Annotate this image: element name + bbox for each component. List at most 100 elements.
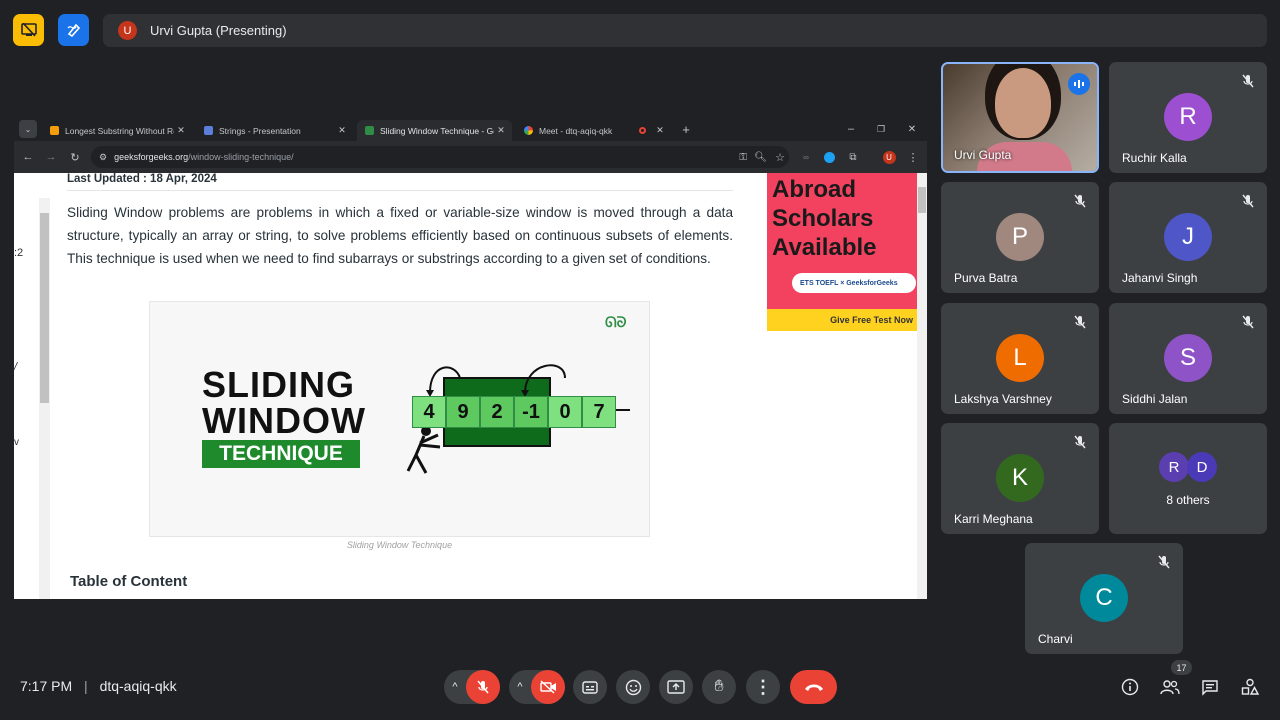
url-field[interactable]: ⚙ geeksforgeeks.org/window-sliding-techn… — [91, 146, 789, 168]
others-avatar: D — [1187, 452, 1217, 482]
last-updated: Last Updated : 18 Apr, 2024 — [67, 173, 217, 185]
presenter-bar: U Urvi Gupta (Presenting) — [103, 14, 1267, 47]
page-scrollbar-thumb[interactable] — [918, 187, 926, 213]
extension-icon[interactable] — [820, 148, 838, 166]
captions-icon — [582, 680, 598, 694]
speaking-indicator-icon — [1068, 73, 1090, 95]
mic-off-icon — [1074, 435, 1086, 449]
restore-icon[interactable]: ❐ — [872, 120, 890, 138]
new-tab-icon[interactable]: + — [677, 120, 695, 138]
video-options-chevron-icon[interactable]: ^ — [509, 681, 531, 693]
web-page: :2 / v Last Updated : 18 Apr, 2024 Slidi… — [14, 173, 927, 599]
participant-tile[interactable]: J Jahanvi Singh — [1109, 182, 1267, 293]
shared-screen: ⌄ Longest Substring Without Rep ✕ String… — [14, 116, 927, 599]
more-options-button[interactable]: ⋮ — [746, 670, 780, 704]
browser-tab-strip: ⌄ Longest Substring Without Rep ✕ String… — [14, 116, 927, 141]
tab-search-icon[interactable]: ⌄ — [19, 120, 37, 138]
clock-time: 7:17 PM — [20, 678, 73, 694]
camera-toggle-button[interactable] — [531, 670, 565, 704]
participant-tile[interactable]: P Purva Batra — [941, 182, 1099, 293]
mic-toggle-button[interactable] — [466, 670, 500, 704]
minimize-icon[interactable]: – — [842, 120, 860, 138]
participant-name: Urvi Gupta — [954, 148, 1012, 162]
browser-tab[interactable]: Strings - Presentation ✕ — [196, 120, 353, 141]
present-screen-button[interactable] — [659, 670, 693, 704]
stop-presenting-icon[interactable] — [13, 14, 44, 46]
participant-tile[interactable]: S Siddhi Jalan — [1109, 303, 1267, 414]
leave-call-button[interactable] — [790, 670, 837, 704]
presenter-avatar: U — [118, 21, 137, 40]
back-icon[interactable]: ← — [19, 148, 37, 166]
tab-close-icon[interactable]: ✕ — [653, 125, 667, 136]
extensions-puzzle-icon[interactable]: ⧉ — [844, 148, 862, 166]
activities-icon — [1241, 678, 1259, 695]
chat-icon — [1202, 679, 1218, 696]
others-avatar: R — [1159, 452, 1189, 482]
ad-cta[interactable]: Give Free Test Now — [767, 309, 917, 331]
mic-off-icon — [1158, 555, 1170, 569]
profile-avatar[interactable]: U — [880, 148, 898, 166]
bookmark-star-icon[interactable]: ☆ — [775, 151, 785, 164]
camera-off-icon — [539, 680, 556, 694]
annotate-icon[interactable] — [58, 14, 89, 46]
participant-tile[interactable]: L Lakshya Varshney — [941, 303, 1099, 414]
raise-hand-button[interactable]: ✋︎ — [702, 670, 736, 704]
window-close-icon[interactable]: ✕ — [903, 120, 921, 138]
reactions-button[interactable] — [616, 670, 650, 704]
ad-partner-pill: ETS TOEFL × GeeksforGeeks — [792, 273, 916, 293]
chat-button[interactable] — [1199, 676, 1221, 698]
tab-favicon-icon — [365, 126, 374, 135]
tab-close-icon[interactable]: ✕ — [494, 125, 508, 136]
meeting-details-button[interactable] — [1119, 676, 1141, 698]
more-vert-icon: ⋮ — [754, 676, 772, 697]
page-scrollbar[interactable] — [917, 173, 927, 599]
tab-close-icon[interactable]: ✕ — [335, 125, 349, 136]
participant-tile[interactable]: R Ruchir Kalla — [1109, 62, 1267, 173]
participant-face — [995, 68, 1051, 138]
people-button[interactable] — [1159, 676, 1181, 698]
mic-off-icon — [1242, 74, 1254, 88]
browser-tab[interactable]: Meet - dtq-aqiq-qkk ✕ — [516, 120, 671, 141]
figure-caption: Sliding Window Technique — [346, 540, 453, 550]
participant-name: Jahanvi Singh — [1122, 271, 1198, 285]
browser-tab-active[interactable]: Sliding Window Technique - Ge ✕ — [357, 120, 512, 141]
browser-menu-icon[interactable]: ⋮ — [904, 148, 922, 166]
forward-icon[interactable]: → — [42, 148, 60, 166]
others-tile[interactable]: R D 8 others — [1109, 423, 1267, 534]
participant-avatar: K — [996, 454, 1044, 502]
gutter-mark: v — [14, 437, 19, 448]
zoom-icon[interactable]: 🔍︎ — [754, 152, 767, 163]
separator: | — [84, 678, 88, 694]
participant-tile[interactable]: C Charvi — [1025, 543, 1183, 654]
presenter-label: Urvi Gupta (Presenting) — [150, 23, 287, 38]
participant-tile[interactable]: K Karri Meghana — [941, 423, 1099, 534]
reload-icon[interactable]: ↻ — [66, 148, 84, 166]
site-info-icon[interactable]: ⚙ — [99, 152, 107, 163]
password-key-icon[interactable]: ⚿ — [739, 152, 747, 163]
mic-off-icon — [1074, 194, 1086, 208]
participant-tile-self[interactable]: Urvi Gupta — [941, 62, 1099, 173]
meeting-code: dtq-aqiq-qkk — [99, 678, 177, 694]
mic-off-icon — [1074, 315, 1086, 329]
mic-off-icon — [477, 680, 489, 694]
figure-title-badge: TECHNIQUE — [202, 440, 360, 468]
address-bar-row: ← → ↻ ⚙ geeksforgeeks.org/window-sliding… — [14, 141, 927, 173]
inner-scrollbar-thumb[interactable] — [40, 213, 49, 403]
article-paragraph: Sliding Window problems are problems in … — [67, 205, 733, 266]
audio-options-chevron-icon[interactable]: ^ — [444, 681, 466, 693]
array-cells: 4 9 2 -1 0 7 — [412, 396, 616, 428]
tab-favicon-icon — [524, 126, 533, 135]
table-of-content-heading: Table of Content — [70, 573, 188, 590]
participant-avatar: P — [996, 213, 1044, 261]
audio-control-group: ^ — [444, 670, 500, 704]
extension-icon[interactable]: ∞ — [797, 148, 815, 166]
participant-avatar: L — [996, 334, 1044, 382]
activities-button[interactable] — [1239, 676, 1261, 698]
mic-off-icon — [1242, 315, 1254, 329]
browser-tab[interactable]: Longest Substring Without Rep ✕ — [42, 120, 192, 141]
hand-icon: ✋︎ — [714, 678, 724, 695]
captions-button[interactable] — [573, 670, 607, 704]
tab-close-icon[interactable]: ✕ — [174, 125, 188, 136]
participant-avatar: R — [1164, 93, 1212, 141]
people-icon — [1160, 680, 1180, 695]
